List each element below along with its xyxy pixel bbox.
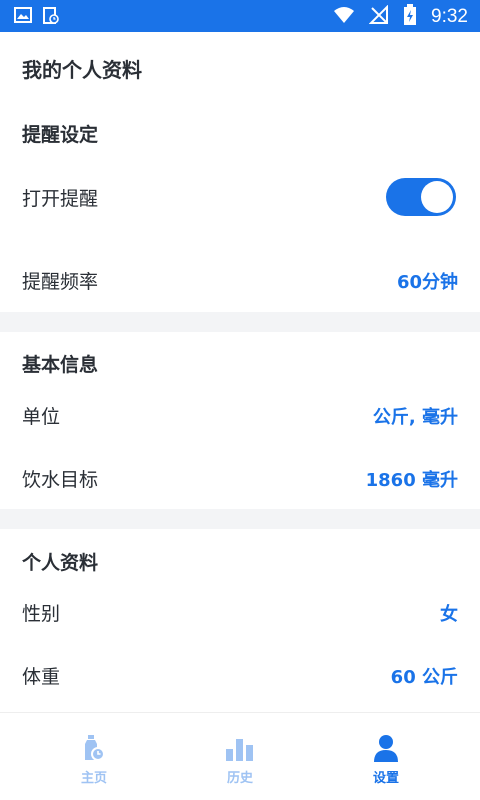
section-divider xyxy=(0,509,480,529)
wifi-icon xyxy=(333,6,355,28)
gender-label[interactable]: 性别 xyxy=(22,599,60,626)
app-notification-icon xyxy=(42,7,60,29)
image-notification-icon xyxy=(14,7,32,29)
tab-home-label: 主页 xyxy=(80,771,107,786)
status-bar: 9:32 xyxy=(0,0,480,32)
goal-label[interactable]: 饮水目标 xyxy=(22,465,98,492)
section-title-basic: 基本信息 xyxy=(22,354,99,376)
tab-home[interactable]: 主页 xyxy=(14,713,174,800)
no-signal-icon xyxy=(368,4,389,29)
frequency-value[interactable]: 60分钟 xyxy=(397,268,458,294)
tab-history-label: 历史 xyxy=(226,771,253,786)
weight-label[interactable]: 体重 xyxy=(22,662,60,689)
gender-value[interactable]: 女 xyxy=(440,600,458,626)
weight-value[interactable]: 60 公斤 xyxy=(391,663,458,689)
page-title: 我的个人资料 xyxy=(22,58,142,82)
reminder-toggle[interactable] xyxy=(386,178,456,216)
tab-history[interactable]: 历史 xyxy=(160,713,320,800)
section-divider xyxy=(0,312,480,332)
bottle-clock-icon xyxy=(79,733,109,763)
section-title-profile: 个人资料 xyxy=(22,552,99,574)
status-time: 9:32 xyxy=(431,6,468,27)
section-title-reminder: 提醒设定 xyxy=(22,124,99,146)
goal-value[interactable]: 1860 毫升 xyxy=(366,466,458,492)
toggle-reminder-label: 打开提醒 xyxy=(22,188,99,210)
battery-charging-icon xyxy=(403,4,417,30)
person-icon xyxy=(371,733,401,763)
tab-settings-label: 设置 xyxy=(372,771,399,786)
tab-settings[interactable]: 设置 xyxy=(306,713,466,800)
unit-value[interactable]: 公斤, 毫升 xyxy=(373,403,458,429)
frequency-label[interactable]: 提醒频率 xyxy=(22,267,98,294)
settings-page: 我的个人资料 提醒设定 打开提醒 提醒频率 60分钟 基本信息 单位 公斤, 毫… xyxy=(0,32,480,712)
toggle-knob xyxy=(421,181,453,213)
bar-chart-icon xyxy=(225,733,255,763)
unit-label[interactable]: 单位 xyxy=(22,402,60,429)
bottom-tab-bar: 主页 历史 设置 xyxy=(0,712,480,800)
